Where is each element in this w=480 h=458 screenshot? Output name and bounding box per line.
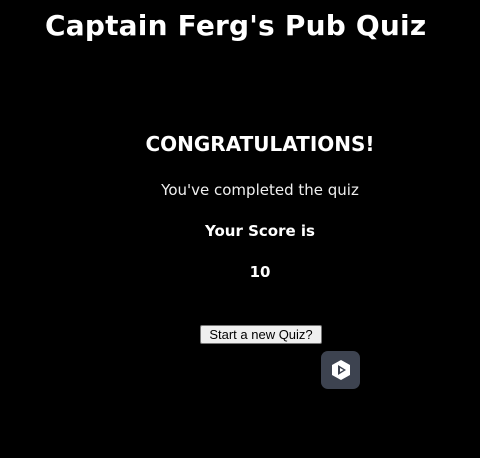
assistant-widget-button[interactable] (321, 351, 360, 389)
completion-message: You've completed the quiz (161, 181, 359, 199)
score-label: Your Score is (205, 222, 315, 240)
page-title: Captain Ferg's Pub Quiz (45, 9, 427, 42)
score-value: 10 (249, 263, 271, 281)
congratulations-heading: CONGRATULATIONS! (145, 132, 375, 156)
assistant-logo-icon (331, 359, 351, 381)
start-new-quiz-button[interactable]: Start a new Quiz? (200, 325, 322, 344)
